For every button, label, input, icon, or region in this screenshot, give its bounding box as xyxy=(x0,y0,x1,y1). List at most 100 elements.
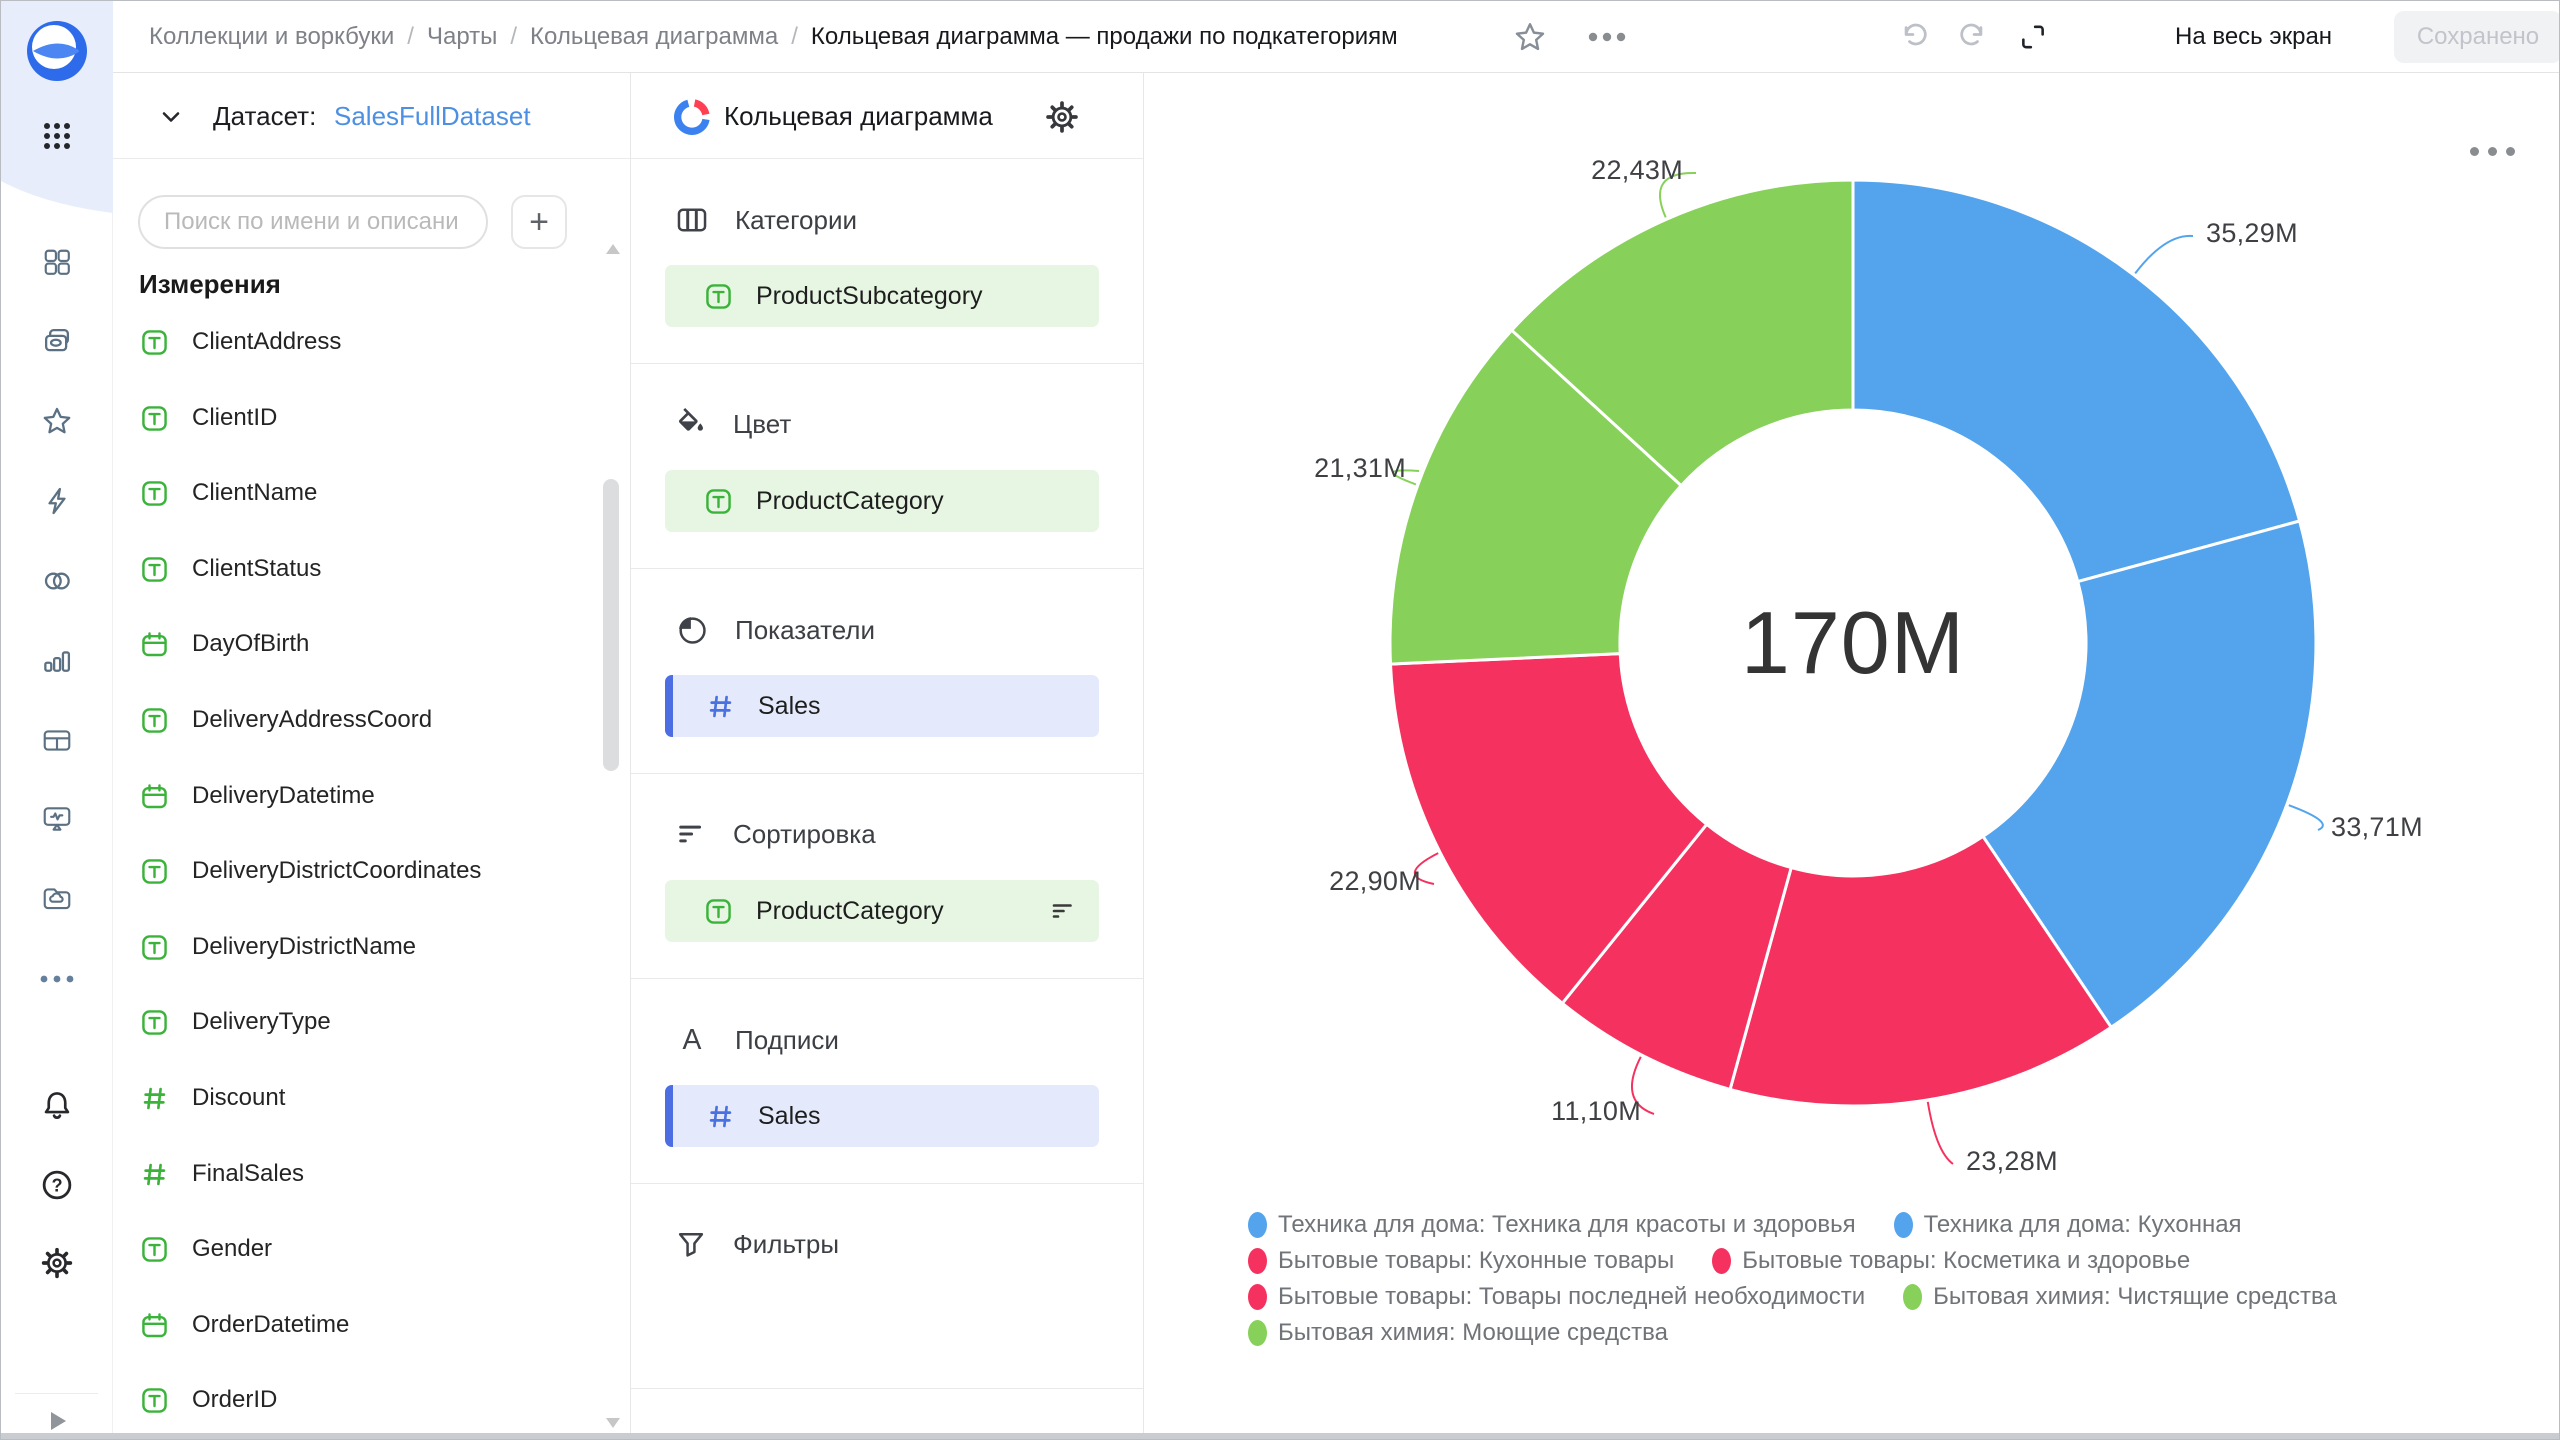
datalens-logo[interactable] xyxy=(25,19,89,83)
paint-bucket-icon xyxy=(675,408,707,440)
field-row[interactable]: DeliveryDatetime xyxy=(139,773,375,819)
chart-type-title[interactable]: Кольцевая диаграмма xyxy=(724,73,993,159)
chip-label: Sales xyxy=(758,1102,821,1131)
legend-label: Бытовые товары: Кухонные товары xyxy=(1278,1247,1674,1275)
legend-item[interactable]: Техника для дома: Техника для красоты и … xyxy=(1248,1211,1856,1238)
config-section-sort: СортировкаProductCategory xyxy=(631,774,1143,979)
config-section-measures: ПоказателиSales xyxy=(631,569,1143,774)
dataset-link[interactable]: SalesFullDataset xyxy=(334,73,531,159)
field-name: ClientStatus xyxy=(192,555,321,583)
letter-a-icon: A xyxy=(675,1023,709,1057)
columns-icon xyxy=(675,203,709,237)
string-type-icon xyxy=(139,1007,170,1038)
field-row[interactable]: FinalSales xyxy=(139,1151,304,1197)
field-row[interactable]: OrderDatetime xyxy=(139,1302,349,1348)
venn-icon[interactable] xyxy=(41,565,73,597)
sort-icon xyxy=(675,818,707,850)
redo-icon[interactable] xyxy=(1956,21,1988,53)
chevron-down-icon[interactable] xyxy=(157,103,185,131)
field-row[interactable]: Discount xyxy=(139,1075,285,1121)
legend-marker xyxy=(1248,1320,1267,1346)
field-row[interactable]: Gender xyxy=(139,1226,272,1272)
chip-label: ProductCategory xyxy=(756,897,944,926)
scroll-down-icon[interactable] xyxy=(605,1417,621,1429)
number-type-icon xyxy=(705,691,736,722)
config-header: Кольцевая диаграмма xyxy=(631,73,1143,159)
save-button[interactable]: Сохранено xyxy=(2394,11,2560,63)
gear-icon[interactable] xyxy=(1044,99,1080,135)
field-row[interactable]: ClientID xyxy=(139,395,277,441)
bar-chart-icon[interactable] xyxy=(41,645,73,677)
ellipsis-icon[interactable] xyxy=(1586,31,1628,43)
field-row[interactable]: ClientStatus xyxy=(139,546,321,592)
field-name: ClientName xyxy=(192,479,317,507)
donut-center-total: 170M xyxy=(1653,573,2053,713)
string-type-icon xyxy=(139,932,170,963)
chart-config-panel: Кольцевая диаграмма КатегорииProductSubc… xyxy=(631,73,1144,1440)
monitor-icon[interactable] xyxy=(41,803,73,835)
breadcrumb-charts[interactable]: Чарты xyxy=(427,23,497,51)
field-row[interactable]: ClientAddress xyxy=(139,319,341,365)
help-icon[interactable]: ? xyxy=(40,1168,74,1202)
chip-ProductSubcategory[interactable]: ProductSubcategory xyxy=(665,265,1099,327)
folder-icon[interactable] xyxy=(41,883,73,915)
scrollbar-thumb[interactable] xyxy=(603,479,619,771)
legend-label: Техника для дома: Кухонная xyxy=(1924,1211,2242,1239)
search-input[interactable] xyxy=(138,195,488,249)
undo-icon[interactable] xyxy=(1899,21,1931,53)
star-icon[interactable] xyxy=(41,405,73,437)
gear-icon[interactable] xyxy=(40,1246,74,1280)
config-section-color: ЦветProductCategory xyxy=(631,364,1143,569)
expand-icon[interactable] xyxy=(2018,22,2048,52)
field-row[interactable]: DeliveryDistrictCoordinates xyxy=(139,848,481,894)
table-icon[interactable] xyxy=(41,725,73,757)
breadcrumb-chart[interactable]: Кольцевая диаграмма xyxy=(530,23,778,51)
legend-item[interactable]: Техника для дома: Кухонная xyxy=(1894,1211,2242,1238)
date-type-icon xyxy=(139,781,170,812)
chip-Sales[interactable]: Sales xyxy=(665,675,1099,737)
string-type-icon xyxy=(139,478,170,509)
measure-accent xyxy=(665,675,673,737)
fullscreen-button[interactable]: На весь экран xyxy=(2175,1,2332,73)
chip-Sales[interactable]: Sales xyxy=(665,1085,1099,1147)
breadcrumb-collections[interactable]: Коллекции и воркбуки xyxy=(149,23,394,51)
chip-ProductCategory[interactable]: ProductCategory xyxy=(665,470,1099,532)
legend-item[interactable]: Бытовые товары: Косметика и здоровье xyxy=(1712,1247,2190,1274)
string-type-icon xyxy=(139,554,170,585)
dimensions-title: Измерения xyxy=(139,269,281,300)
field-row[interactable]: DeliveryAddressCoord xyxy=(139,697,432,743)
legend-item[interactable]: Бытовая химия: Моющие средства xyxy=(1248,1319,1668,1346)
string-type-icon xyxy=(139,1234,170,1265)
expand-rail-icon[interactable] xyxy=(44,1408,70,1434)
legend-item[interactable]: Бытовые товары: Кухонные товары xyxy=(1248,1247,1674,1274)
apps-grid-icon[interactable] xyxy=(40,119,74,153)
add-field-button[interactable]: + xyxy=(511,195,567,249)
field-row[interactable]: DayOfBirth xyxy=(139,621,309,667)
slice-label: 22,90M xyxy=(1329,866,1421,896)
layers-icon[interactable] xyxy=(41,325,73,357)
field-row[interactable]: DeliveryType xyxy=(139,999,331,1045)
chip-sort-icon[interactable] xyxy=(1049,897,1077,925)
star-icon[interactable] xyxy=(1513,20,1547,54)
lightning-icon[interactable] xyxy=(41,485,73,517)
config-section-filters: Фильтры xyxy=(631,1184,1143,1389)
field-row[interactable]: ClientName xyxy=(139,470,317,516)
scroll-up-icon[interactable] xyxy=(605,243,621,255)
legend-item[interactable]: Бытовые товары: Товары последней необход… xyxy=(1248,1283,1865,1310)
field-row[interactable]: DeliveryDistrictName xyxy=(139,924,416,970)
collections-icon[interactable] xyxy=(42,247,72,277)
legend-item[interactable]: Бытовая химия: Чистящие средства xyxy=(1903,1283,2337,1310)
string-type-icon xyxy=(139,403,170,434)
field-name: DeliveryAddressCoord xyxy=(192,706,432,734)
date-type-icon xyxy=(139,629,170,660)
bell-icon[interactable] xyxy=(40,1088,74,1122)
page-title: Кольцевая диаграмма — продажи по подкате… xyxy=(811,23,1398,51)
dataset-panel: Датасет: SalesFullDataset + Измерения Cl… xyxy=(113,73,631,1440)
donut-chart-type-icon[interactable] xyxy=(673,98,711,136)
legend-marker xyxy=(1248,1284,1267,1310)
legend-label: Бытовая химия: Чистящие средства xyxy=(1933,1283,2337,1311)
chip-ProductCategory[interactable]: ProductCategory xyxy=(665,880,1099,942)
more-dots-icon[interactable] xyxy=(37,973,77,985)
field-row[interactable]: OrderID xyxy=(139,1377,277,1423)
measure-accent xyxy=(665,1085,673,1147)
